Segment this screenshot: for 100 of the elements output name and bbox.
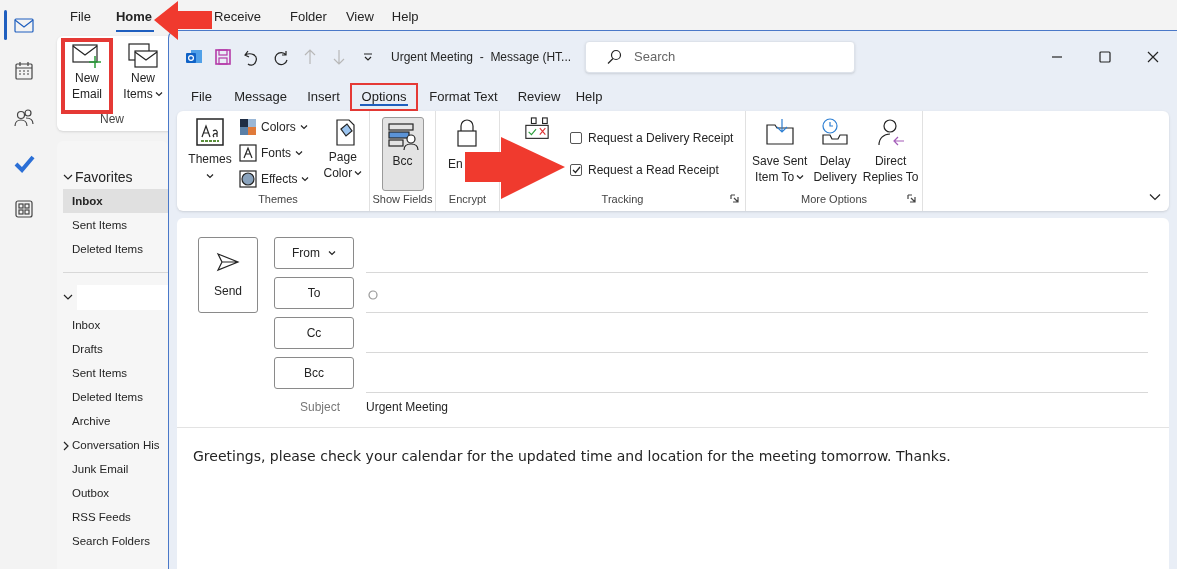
folder-item[interactable]: Conversation His (72, 437, 160, 455)
folder-item[interactable]: Drafts (72, 341, 103, 359)
people-icon (13, 106, 35, 128)
folder-item[interactable]: Inbox (63, 189, 168, 213)
checkbox-label: Request a Read Receipt (588, 162, 719, 179)
ribbon-button[interactable]: Direct Replies To (862, 117, 919, 191)
ribbon-tab[interactable]: Help (569, 83, 609, 111)
checkbox[interactable] (570, 132, 582, 144)
folder-item[interactable]: Deleted Items (63, 237, 168, 261)
address-button[interactable]: From (274, 237, 354, 269)
button-label: Direct (874, 153, 907, 169)
button-label: Item To (755, 169, 795, 185)
subject-field[interactable]: Urgent Meeting (366, 398, 1148, 416)
font-icon (239, 144, 257, 162)
section-header[interactable]: Favorites (63, 165, 168, 189)
menu-tab[interactable]: Folder (290, 6, 327, 28)
ribbon-tab[interactable]: Insert (297, 83, 350, 111)
chevron-down-icon (295, 150, 303, 156)
button-label: New (131, 70, 155, 86)
ribbon-button[interactable]: Colors (239, 117, 310, 137)
button-label: Save Sent (752, 153, 808, 169)
button-label[interactable]: En (448, 155, 463, 173)
group-label: New (100, 111, 124, 128)
ribbon-button[interactable]: New Email (61, 38, 113, 114)
menu-tab[interactable]: File (70, 6, 91, 28)
group-label: Show Fields (372, 192, 433, 207)
bcc-toggle[interactable]: Bcc (381, 117, 424, 191)
button-label: New (75, 70, 99, 86)
folder-item[interactable]: RSS Feeds (72, 509, 131, 527)
ribbon-button[interactable]: Fonts (239, 143, 310, 163)
address-button[interactable]: Cc (274, 317, 354, 349)
folder-arrow-icon (764, 117, 795, 147)
folder-item[interactable]: Sent Items (72, 365, 127, 383)
status-circle-icon (368, 289, 378, 300)
send-icon (216, 252, 240, 272)
ribbon-button[interactable]: Delay Delivery (813, 117, 857, 191)
redo-icon (272, 48, 290, 66)
group-label: Tracking (601, 192, 644, 207)
chevron-down-icon[interactable] (63, 293, 73, 301)
folder-item[interactable]: Search Folders (72, 533, 150, 551)
search-field[interactable]: Search (585, 41, 855, 73)
subject-label: Subject (299, 399, 341, 416)
search-input[interactable]: Search (634, 47, 834, 67)
app-icon (185, 48, 203, 66)
annotation-arrow (154, 0, 212, 42)
ribbon-button[interactable]: Page Color (323, 117, 363, 191)
ribbon-tab[interactable]: Options (350, 83, 418, 111)
checkbox-label: Request a Delivery Receipt (588, 130, 734, 147)
chevron-down-icon (796, 174, 805, 180)
button-label: Replies To (862, 169, 919, 185)
chevron-right-icon[interactable] (63, 441, 69, 451)
ribbon-tab[interactable]: Format Text (418, 83, 509, 111)
chevron-down-icon (206, 173, 214, 179)
address-button[interactable]: To (274, 277, 354, 309)
folder-item[interactable]: Inbox (72, 317, 101, 335)
button-label: Color (323, 165, 353, 181)
search-icon (606, 49, 622, 65)
window-title: Urgent Meeting - Message (HT... (391, 49, 573, 66)
themes-icon (195, 117, 225, 147)
chevron-down-icon (354, 170, 363, 176)
maximize-icon[interactable] (1099, 51, 1111, 63)
folder-item[interactable]: Archive (72, 413, 111, 431)
button-label: Page (328, 149, 357, 165)
chevron-down-icon (299, 124, 308, 130)
save-icon (214, 48, 232, 66)
new-email-icon (71, 42, 103, 70)
checkbox[interactable] (570, 164, 582, 176)
customize-icon (362, 51, 374, 63)
chevron-down-icon (328, 250, 336, 256)
chevron-down-icon (63, 173, 73, 181)
message-body[interactable]: Greetings, please check your calendar for the updated time and location for the meeting tomorrow. Thanks. (177, 428, 1169, 467)
ribbon-button[interactable]: New Items (117, 38, 169, 114)
calendar-icon (13, 60, 35, 82)
button-label: Themes (188, 151, 232, 167)
ribbon-button[interactable]: Save Sent Item To (752, 117, 808, 191)
folder-item[interactable]: Sent Items (63, 213, 168, 237)
folder-item[interactable]: Junk Email (72, 461, 129, 479)
folder-item[interactable]: Deleted Items (72, 389, 143, 407)
menu-tab[interactable]: Help (391, 6, 419, 28)
menu-tab[interactable]: Receive (214, 6, 262, 28)
folder-item[interactable]: Outbox (72, 485, 110, 503)
effects-icon (239, 170, 257, 188)
bcc-icon (386, 122, 419, 152)
ribbon-tab[interactable]: File (179, 83, 224, 111)
address-button[interactable]: Bcc (274, 357, 354, 389)
close-icon[interactable] (1147, 51, 1159, 63)
checkmark-icon (571, 166, 581, 174)
clock-tray-icon (820, 117, 851, 147)
section-label: Favorites (75, 167, 133, 187)
ribbon-tab[interactable]: Review (509, 83, 569, 111)
button-label: Delay (819, 153, 851, 169)
send-button[interactable]: Send (198, 237, 258, 313)
new-items-icon (127, 42, 159, 70)
launcher-icon (907, 194, 916, 203)
menu-tab[interactable]: View (345, 6, 374, 28)
ribbon-button[interactable]: Themes (187, 117, 233, 191)
ribbon-tab[interactable]: Message (224, 83, 297, 111)
collapse-icon[interactable] (1149, 193, 1161, 201)
ribbon-button[interactable]: Effects (239, 169, 310, 189)
person-arrow-icon (875, 117, 906, 147)
